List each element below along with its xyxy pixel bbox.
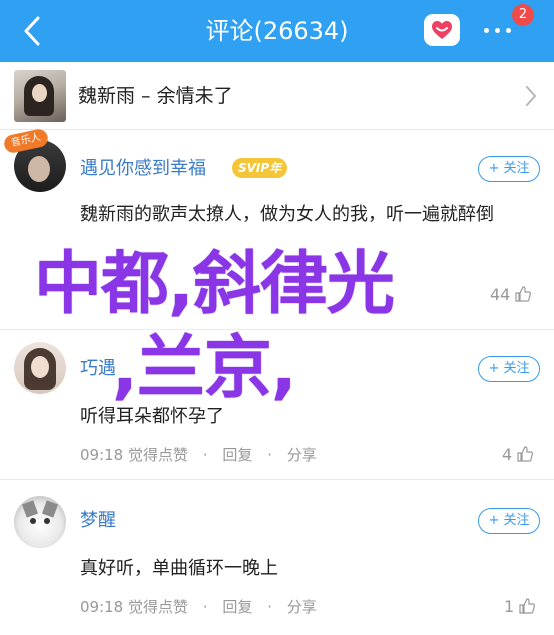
share-button[interactable]: 分享 bbox=[287, 446, 317, 464]
follow-button[interactable]: + 关注 bbox=[478, 156, 540, 182]
comment-item: 梦醒 + 关注 真好听，单曲循环一晚上 09:18 觉得点赞 · 回复 · 分享… bbox=[0, 480, 554, 635]
favorite-button[interactable] bbox=[424, 14, 460, 46]
like-action[interactable]: 觉得点赞 bbox=[128, 598, 188, 616]
avatar[interactable] bbox=[14, 342, 66, 394]
comment-username[interactable]: 遇见你感到幸福 bbox=[80, 156, 206, 182]
heart-icon bbox=[432, 21, 452, 39]
avatar[interactable] bbox=[14, 496, 66, 548]
chevron-right-icon bbox=[526, 86, 536, 106]
comment-text: 真好听，单曲循环一晚上 bbox=[80, 558, 278, 579]
comment-meta: 09:18 觉得点赞 · 回复 · 分享 bbox=[80, 446, 317, 464]
comment-meta: 09:18 觉得点赞 · 回复 · 分享 bbox=[80, 598, 317, 616]
thumb-up-icon bbox=[515, 286, 532, 302]
thumb-up-icon bbox=[519, 598, 536, 614]
comment-time: 09:18 bbox=[80, 446, 124, 464]
comment-time: 09:18 bbox=[80, 598, 124, 616]
svip-badge: SVIP年 bbox=[232, 158, 288, 178]
comment-username[interactable]: 巧遇 bbox=[80, 356, 116, 382]
like-count[interactable]: 1 bbox=[504, 596, 536, 618]
page-title: 评论(26634) bbox=[205, 17, 349, 45]
reply-button[interactable]: 回复 bbox=[222, 598, 252, 616]
like-count[interactable]: 4 bbox=[502, 444, 534, 466]
share-button[interactable]: 分享 bbox=[287, 598, 317, 616]
song-cover bbox=[14, 70, 66, 122]
like-count[interactable]: 44 bbox=[490, 284, 532, 306]
comment-text: 魏新雨的歌声太撩人，做为女人的我，听一遍就醉倒 bbox=[80, 204, 494, 225]
reply-button[interactable]: 回复 bbox=[222, 446, 252, 464]
follow-button[interactable]: + 关注 bbox=[478, 356, 540, 382]
watermark-line-2: ,兰京, bbox=[112, 329, 297, 408]
top-bar: 评论(26634) 2 bbox=[0, 0, 554, 62]
like-action[interactable]: 觉得点赞 bbox=[128, 446, 188, 464]
follow-button[interactable]: + 关注 bbox=[478, 508, 540, 534]
song-row[interactable]: 魏新雨 – 余情未了 bbox=[0, 62, 554, 130]
song-title: 魏新雨 – 余情未了 bbox=[78, 85, 233, 107]
thumb-up-icon bbox=[517, 446, 534, 462]
watermark-line-1: 中都,斜律光 bbox=[34, 245, 395, 324]
notification-badge: 2 bbox=[512, 4, 534, 26]
more-dots-icon bbox=[484, 28, 517, 33]
comment-username[interactable]: 梦醒 bbox=[80, 508, 116, 534]
